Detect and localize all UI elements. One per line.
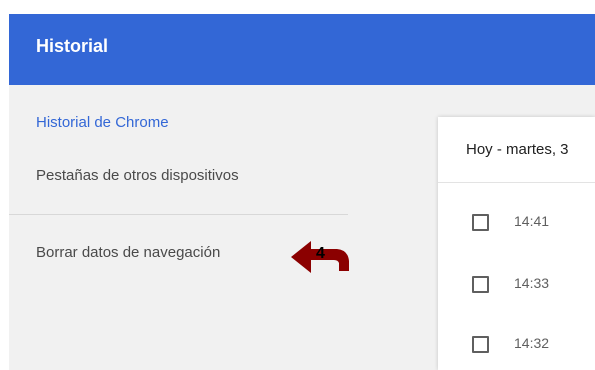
sidebar-item-clear-browsing-data[interactable]: Borrar datos de navegación <box>36 244 220 261</box>
history-entry[interactable]: 14:41 <box>438 202 595 242</box>
history-date-title: Hoy - martes, 3 <box>466 141 569 158</box>
step-number: 4 <box>316 245 325 262</box>
entry-checkbox[interactable] <box>472 214 489 231</box>
history-entry[interactable]: 14:33 <box>438 264 595 304</box>
sidebar-divider <box>9 214 348 215</box>
app-header: Historial <box>9 14 595 85</box>
sidebar: Historial de Chrome Pestañas de otros di… <box>9 85 349 370</box>
entry-time: 14:32 <box>514 335 550 351</box>
entry-checkbox[interactable] <box>472 276 489 293</box>
history-entry[interactable]: 14:32 <box>438 324 595 364</box>
history-date-header: Hoy - martes, 3 <box>438 117 595 183</box>
history-card: Hoy - martes, 3 14:41 14:33 14:32 <box>438 117 595 370</box>
step-annotation: 4 <box>285 237 355 277</box>
main-content: Historial de Chrome Pestañas de otros di… <box>9 85 595 370</box>
entry-time: 14:33 <box>514 275 550 291</box>
entry-time: 14:41 <box>514 213 550 229</box>
entry-checkbox[interactable] <box>472 336 489 353</box>
sidebar-item-chrome-history[interactable]: Historial de Chrome <box>36 114 169 131</box>
page-title: Historial <box>36 36 109 56</box>
sidebar-item-other-devices[interactable]: Pestañas de otros dispositivos <box>36 167 239 184</box>
